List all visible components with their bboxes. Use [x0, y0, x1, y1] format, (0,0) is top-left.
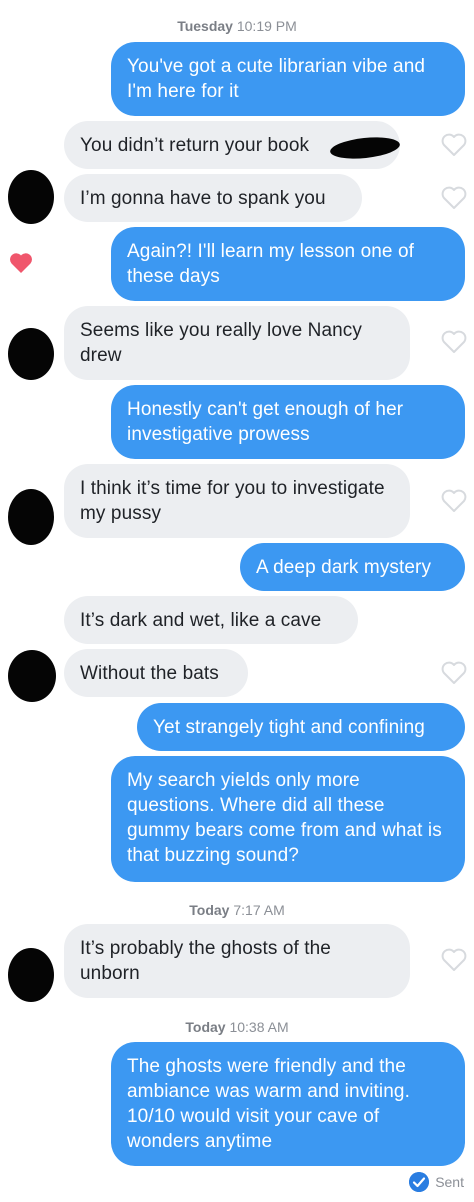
message-incoming[interactable]: It’s probably the ghosts of the unborn: [64, 924, 410, 998]
heart-outline-icon[interactable]: [441, 489, 467, 513]
message-text: Honestly can't get enough of her investi…: [127, 399, 404, 445]
message-incoming[interactable]: Seems like you really love Nancy drew: [64, 306, 410, 380]
sent-check-icon: [409, 1172, 430, 1192]
avatar[interactable]: [8, 650, 56, 702]
message-outgoing[interactable]: Yet strangely tight and confining: [137, 703, 465, 751]
message-text: I think it’s time for you to investigate…: [80, 478, 385, 524]
message-text: It’s dark and wet, like a cave: [80, 610, 322, 631]
heart-outline-icon[interactable]: [441, 661, 467, 685]
avatar[interactable]: [8, 328, 54, 380]
timestamp-today-morning: Today 7:17 AM: [0, 902, 474, 918]
message-text: My search yields only more questions. Wh…: [127, 770, 442, 866]
message-outgoing[interactable]: Honestly can't get enough of her investi…: [111, 385, 465, 459]
timestamp-day: Tuesday: [177, 18, 233, 34]
message-outgoing[interactable]: You've got a cute librarian vibe and I'm…: [111, 42, 465, 116]
message-incoming[interactable]: I’m gonna have to spank you: [64, 174, 362, 222]
message-text: Seems like you really love Nancy drew: [80, 320, 362, 366]
message-outgoing[interactable]: A deep dark mystery: [240, 543, 465, 591]
message-outgoing[interactable]: Again?! I'll learn my lesson one of thes…: [111, 227, 465, 301]
avatar[interactable]: [8, 948, 54, 1002]
message-incoming[interactable]: I think it’s time for you to investigate…: [64, 464, 410, 538]
heart-filled-icon[interactable]: [9, 252, 33, 274]
message-text: You've got a cute librarian vibe and I'm…: [127, 56, 426, 102]
message-outgoing[interactable]: My search yields only more questions. Wh…: [111, 756, 465, 882]
avatar[interactable]: [8, 170, 54, 224]
message-text: Yet strangely tight and confining: [153, 717, 425, 738]
message-incoming[interactable]: It’s dark and wet, like a cave: [64, 596, 358, 644]
timestamp-time: 10:38 AM: [229, 1019, 289, 1035]
timestamp-time: 10:19 PM: [236, 18, 297, 34]
heart-outline-icon[interactable]: [441, 948, 467, 972]
message-text: The ghosts were friendly and the ambianc…: [127, 1056, 410, 1152]
timestamp-today-late: Today 10:38 AM: [0, 1019, 474, 1035]
timestamp-day: Today: [189, 902, 230, 918]
message-text: I’m gonna have to spank you: [80, 188, 326, 209]
avatar[interactable]: [8, 489, 54, 545]
timestamp-day: Today: [185, 1019, 226, 1035]
message-text: You didn’t return your book: [80, 135, 310, 156]
heart-outline-icon[interactable]: [441, 186, 467, 210]
timestamp-time: 7:17 AM: [233, 902, 285, 918]
timestamp-tuesday: Tuesday 10:19 PM: [0, 18, 474, 34]
message-incoming[interactable]: Without the bats: [64, 649, 248, 697]
message-text: A deep dark mystery: [256, 557, 432, 578]
sent-status: Sent: [409, 1172, 464, 1192]
heart-outline-icon[interactable]: [441, 133, 467, 157]
message-text: Without the bats: [80, 663, 219, 684]
message-text: It’s probably the ghosts of the unborn: [80, 938, 331, 984]
message-outgoing[interactable]: The ghosts were friendly and the ambianc…: [111, 1042, 465, 1166]
heart-outline-icon[interactable]: [441, 330, 467, 354]
sent-label: Sent: [435, 1174, 464, 1190]
message-text: Again?! I'll learn my lesson one of thes…: [127, 241, 415, 287]
